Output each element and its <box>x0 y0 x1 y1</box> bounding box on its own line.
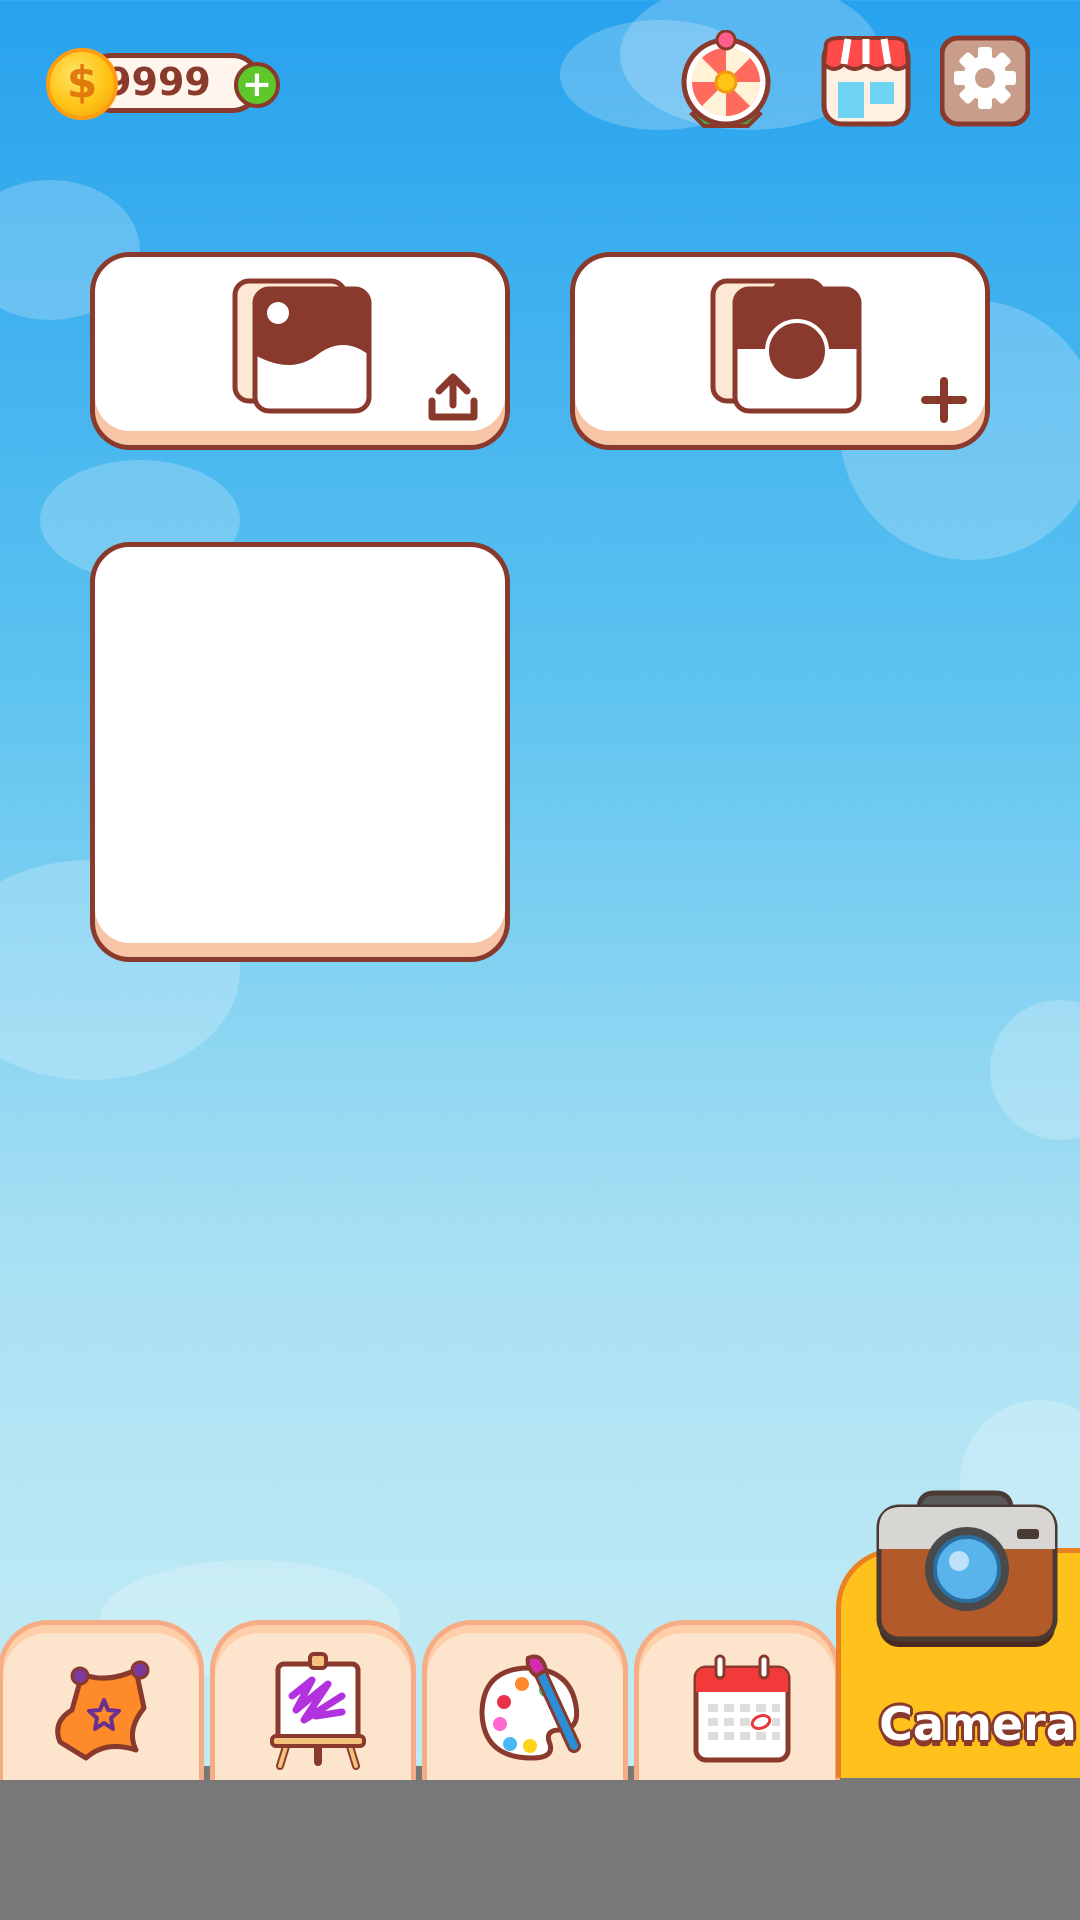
plus-icon <box>921 377 967 423</box>
scroll-star-icon <box>55 1660 150 1761</box>
shop-button[interactable] <box>818 30 914 130</box>
lucky-wheel-button[interactable] <box>678 29 774 130</box>
tab-camera[interactable]: Camera <box>836 1490 1080 1778</box>
paint-palette-icon <box>479 1654 581 1761</box>
cloud-decoration <box>990 1000 1080 1140</box>
tab-quests[interactable] <box>0 1620 204 1780</box>
tab-calendar[interactable] <box>634 1620 840 1780</box>
calendar-icon <box>693 1654 791 1763</box>
tab-palette[interactable] <box>422 1620 628 1780</box>
tab-drawing[interactable] <box>210 1620 416 1780</box>
upload-icon <box>428 373 478 421</box>
camera-icon <box>876 1490 1058 1647</box>
coin-icon: $ <box>46 48 118 120</box>
shop-icon <box>821 36 911 127</box>
settings-button[interactable] <box>939 30 1036 130</box>
add-coins-button[interactable]: + <box>234 62 280 108</box>
coin-counter: 9999 $ + <box>46 48 280 120</box>
tab-camera-label: Camera <box>879 1697 1077 1751</box>
game-home-screen: { "header": { "coin_balance": "9999", "c… <box>0 0 1080 1920</box>
bottom-bar-background <box>0 1766 1080 1920</box>
coin-symbol: $ <box>66 57 98 108</box>
lucky-wheel-icon <box>681 29 771 128</box>
import-photo-card[interactable] <box>90 252 510 450</box>
camera-add-icon <box>710 278 862 414</box>
add-coins-icon: + <box>241 64 273 105</box>
take-photo-card[interactable] <box>570 252 990 450</box>
empty-slot-card[interactable] <box>90 542 510 962</box>
photo-upload-icon <box>232 278 372 414</box>
easel-icon <box>270 1652 366 1770</box>
settings-icon <box>939 35 1031 127</box>
